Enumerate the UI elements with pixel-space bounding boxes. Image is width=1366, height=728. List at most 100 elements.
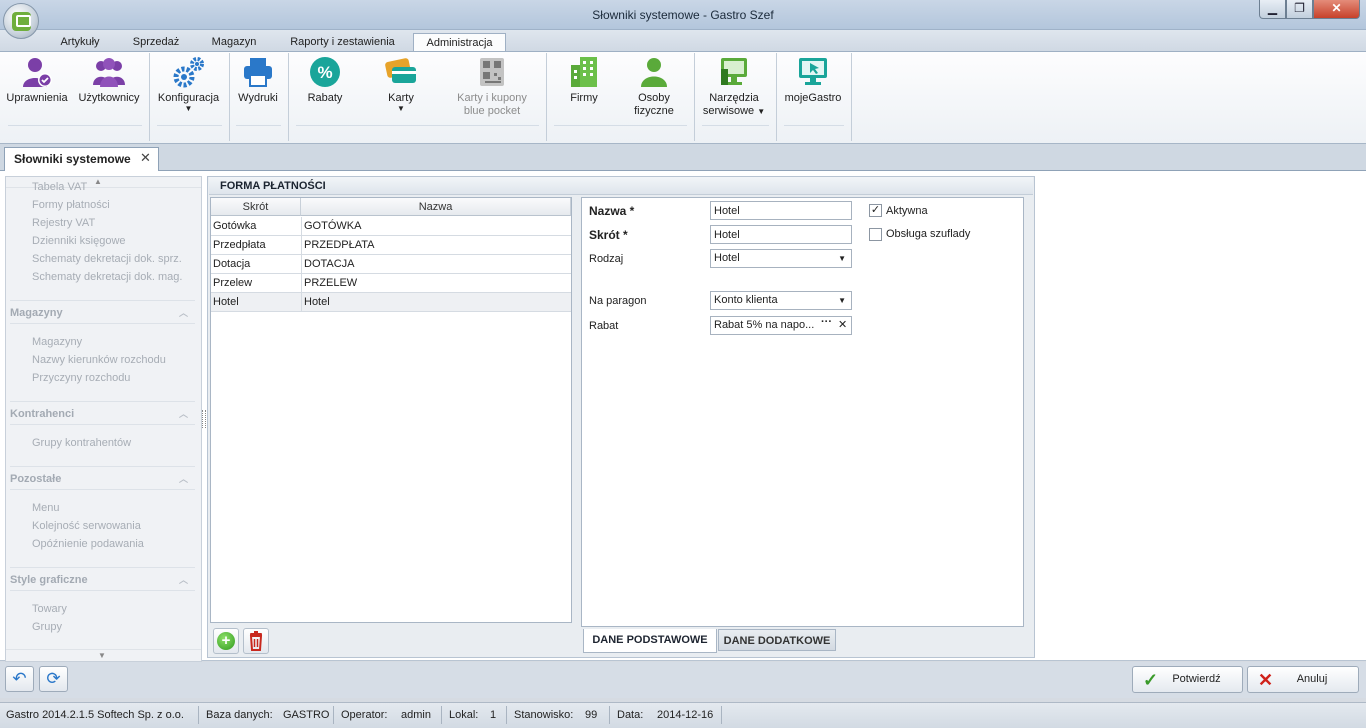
wydruki-label: Wydruki <box>238 92 278 104</box>
mojegastro-label: mojeGastro <box>784 92 842 104</box>
app-logo-icon[interactable] <box>3 3 39 39</box>
cancel-label: Anuluj <box>1296 673 1328 685</box>
nav-item-rejestry-vat[interactable]: Rejestry VAT <box>32 217 95 229</box>
cards-icon <box>385 58 416 83</box>
rabaty-button[interactable]: % Rabaty <box>300 55 350 105</box>
trash-icon <box>249 631 263 651</box>
building-icon <box>571 57 597 87</box>
na-paragon-label: Na paragon <box>589 295 647 307</box>
table-row[interactable]: Dotacja DOTACJA <box>211 255 571 274</box>
tab-sprzedaz[interactable]: Sprzedaż <box>119 33 193 52</box>
nav-section-magazyny[interactable]: Magazyny ︿ <box>10 300 195 324</box>
ribbon-separator <box>288 53 289 141</box>
delete-button[interactable] <box>243 628 269 654</box>
mojegastro-button[interactable]: mojeGastro <box>782 55 844 105</box>
rodzaj-select[interactable]: Hotel ▼ <box>710 249 852 268</box>
karty-button[interactable]: Karty ▼ <box>376 55 426 113</box>
rabat-value: Rabat 5% na napo... <box>714 319 815 331</box>
aktywna-checkbox[interactable]: ✓ <box>869 204 882 217</box>
dictionary-navigator: ▲ Tabela VAT Formy płatności Rejestry VA… <box>5 176 202 662</box>
rabaty-label: Rabaty <box>307 92 343 104</box>
close-window-button[interactable]: ✕ <box>1313 0 1360 19</box>
karty-label: Karty <box>388 92 414 104</box>
nav-section-kontrahenci[interactable]: Kontrahenci ︿ <box>10 401 195 425</box>
dropdown-arrow-icon: ▼ <box>184 104 193 113</box>
karty-kupony-label: Karty i kupony <box>457 92 527 104</box>
column-header-skrot[interactable]: Skrót <box>211 198 301 216</box>
panel-splitter[interactable] <box>202 410 206 428</box>
status-stanowisko-value: 99 <box>585 709 598 721</box>
karty-kupony-button[interactable]: Karty i kupony blue pocket <box>447 55 537 118</box>
column-header-nazwa[interactable]: Nazwa <box>301 198 571 216</box>
nav-item-tabela-vat[interactable]: Tabela VAT <box>32 181 87 193</box>
nav-item-magazyny[interactable]: Magazyny <box>32 336 82 348</box>
nazwa-field[interactable] <box>710 201 852 220</box>
nav-item-menu[interactable]: Menu <box>32 502 60 514</box>
status-separator <box>198 706 199 724</box>
nav-scroll-down-icon[interactable]: ▼ <box>98 651 106 660</box>
nav-item-schematy-sprz[interactable]: Schematy dekretacji dok. sprz. <box>32 253 182 265</box>
firmy-button[interactable]: Firmy <box>562 55 606 105</box>
ribbon-group-line <box>157 125 222 126</box>
back-button[interactable]: ↶ <box>5 666 34 692</box>
obsluga-szuflady-checkbox[interactable] <box>869 228 882 241</box>
konfiguracja-button[interactable]: Konfiguracja ▼ <box>155 55 222 113</box>
monitor-tools-icon <box>721 58 747 85</box>
status-stanowisko-label: Stanowisko: <box>514 709 574 721</box>
tab-dane-podstawowe[interactable]: DANE PODSTAWOWE <box>583 629 717 653</box>
minimize-button[interactable]: ▁ <box>1259 0 1286 19</box>
tab-artykuly[interactable]: Artykuły <box>44 33 116 52</box>
osoby-fizyczne-button[interactable]: Osoby fizyczne <box>628 55 680 118</box>
add-button[interactable]: + <box>213 628 239 654</box>
nav-item-schematy-mag[interactable]: Schematy dekretacji dok. mag. <box>32 271 182 283</box>
uzytkownicy-label: Użytkownicy <box>78 92 140 104</box>
nav-item-grupy-kontrahentow[interactable]: Grupy kontrahentów <box>32 437 131 449</box>
nav-item-kierunki-rozchodu[interactable]: Nazwy kierunków rozchodu <box>32 354 166 366</box>
nav-section-style[interactable]: Style graficzne ︿ <box>10 567 195 591</box>
rodzaj-value: Hotel <box>714 252 740 264</box>
skrot-field[interactable] <box>710 225 852 244</box>
konfiguracja-label: Konfiguracja <box>157 92 220 104</box>
nav-section-pozostale[interactable]: Pozostałe ︿ <box>10 466 195 490</box>
nav-item-kolejnosc[interactable]: Kolejność serwowania <box>32 520 141 532</box>
tab-dane-dodatkowe[interactable]: DANE DODATKOWE <box>718 629 836 651</box>
narzedzia-serwisowe-button[interactable]: Narzędzia serwisowe ▼ <box>700 55 768 118</box>
svg-text:%: % <box>317 63 332 82</box>
status-lokal-value: 1 <box>490 709 497 721</box>
status-version: Gastro 2014.2.1.5 Softech Sp. z o.o. <box>6 709 184 721</box>
uprawnienia-button[interactable]: Uprawnienia <box>4 55 70 105</box>
na-paragon-select[interactable]: Konto klienta ▼ <box>710 291 852 310</box>
close-tab-icon[interactable]: ✕ <box>140 150 151 166</box>
nav-section-title: Kontrahenci <box>10 408 75 420</box>
nav-item-opoznienie[interactable]: Opóźnienie podawania <box>32 538 144 550</box>
more-options-icon[interactable]: ··· <box>821 316 832 328</box>
collapse-icon: ︿ <box>178 409 188 419</box>
confirm-button[interactable]: ✓ Potwierdź <box>1132 666 1243 693</box>
cell-nazwa: PRZELEW <box>304 277 358 289</box>
tab-raporty[interactable]: Raporty i zestawienia <box>275 33 410 52</box>
narzedzia-label-2: serwisowe <box>702 105 755 117</box>
cancel-button[interactable]: ✕ Anuluj <box>1247 666 1359 693</box>
tab-administracja[interactable]: Administracja <box>413 33 506 52</box>
wydruki-button[interactable]: Wydruki <box>234 55 282 105</box>
refresh-button[interactable]: ⟳ <box>39 666 68 692</box>
ribbon-group-line <box>784 125 844 126</box>
nav-item-formy-platnosci[interactable]: Formy płatności <box>32 199 110 211</box>
nav-scroll-up-icon[interactable]: ▲ <box>94 177 102 186</box>
nav-item-dzienniki[interactable]: Dzienniki księgowe <box>32 235 126 247</box>
karty-kupony-label-2: blue pocket <box>463 105 521 117</box>
table-row-selected[interactable]: Hotel Hotel <box>211 293 571 312</box>
window-title: Słowniki systemowe - Gastro Szef <box>592 8 774 22</box>
table-row[interactable]: Przedpłata PRZEDPŁATA <box>211 236 571 255</box>
table-row[interactable]: Przelew PRZELEW <box>211 274 571 293</box>
tab-slowniki-systemowe[interactable]: Słowniki systemowe <box>4 147 159 171</box>
maximize-button[interactable]: ❐ <box>1286 0 1313 19</box>
uzytkownicy-button[interactable]: Użytkownicy <box>75 55 143 105</box>
clear-icon[interactable]: ✕ <box>838 318 847 331</box>
tab-magazyn[interactable]: Magazyn <box>198 33 270 52</box>
nav-item-towary[interactable]: Towary <box>32 603 67 615</box>
table-row[interactable]: Gotówka GOTÓWKA <box>211 217 571 236</box>
nav-item-przyczyny-rozchodu[interactable]: Przyczyny rozchodu <box>32 372 130 384</box>
nav-item-grupy[interactable]: Grupy <box>32 621 62 633</box>
chevron-down-icon: ▼ <box>838 296 846 305</box>
